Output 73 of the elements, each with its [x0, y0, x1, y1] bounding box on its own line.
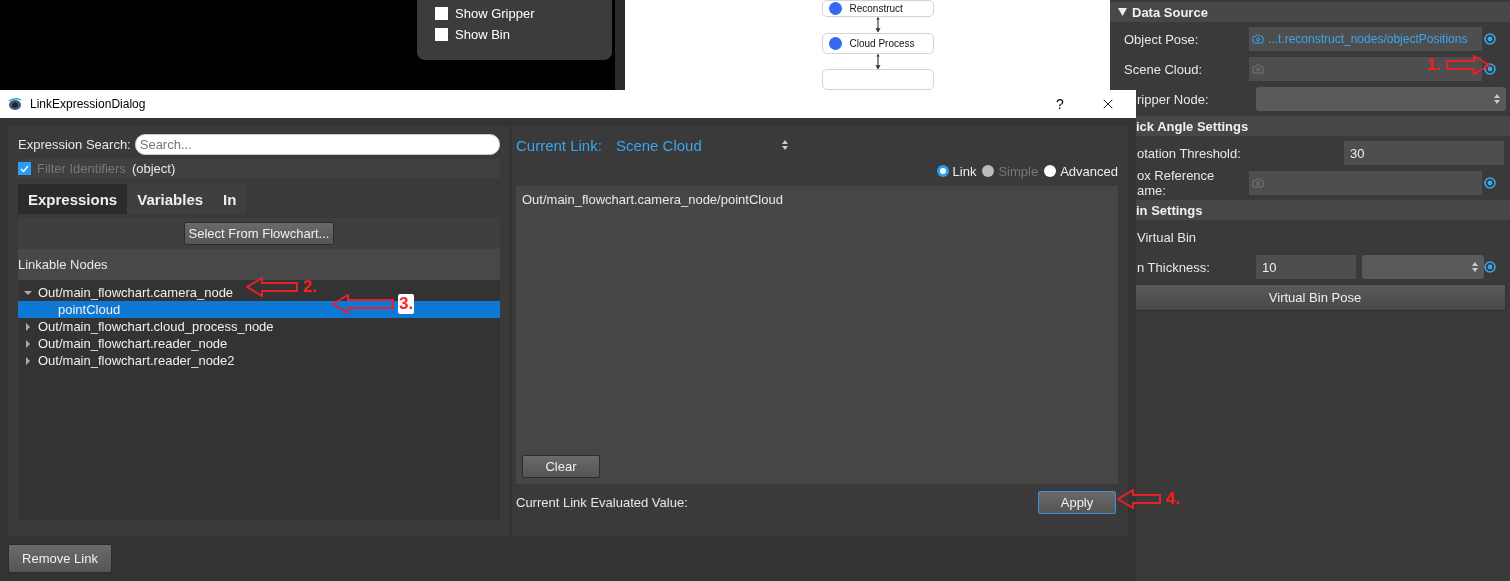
mode-radio[interactable]: Advanced: [1044, 163, 1118, 179]
caret-right-icon[interactable]: [24, 339, 32, 348]
search-field[interactable]: Search...: [134, 134, 500, 155]
node-icon: [828, 36, 842, 50]
help-button[interactable]: ?: [1040, 95, 1080, 113]
spin-arrows-icon: [1472, 262, 1478, 272]
tab[interactable]: In: [213, 184, 247, 214]
section-title: in Settings: [1136, 202, 1203, 218]
number-field[interactable]: 10: [1256, 255, 1356, 279]
search-label: Expression Search:: [18, 137, 131, 152]
section-title: Data Source: [1132, 4, 1208, 20]
select-from-flowchart-button[interactable]: Select From Flowchart...: [183, 222, 335, 245]
property-label: Object Pose:: [1124, 31, 1200, 47]
tree-item[interactable]: Out/main_flowchart.camera_node: [18, 284, 238, 301]
caret-down-icon[interactable]: [24, 288, 32, 297]
connector-arrow: [873, 53, 882, 70]
connector-arrow: [873, 17, 882, 33]
checkbox[interactable]: [435, 28, 448, 41]
annotation-number: 1.: [1426, 55, 1443, 75]
app-logo-icon: [8, 97, 22, 111]
filter-value: (object): [131, 161, 176, 176]
property-label: ripper Node:: [1136, 91, 1210, 107]
flowchart-node[interactable]: Reconstruct: [821, 0, 934, 18]
property-label: Scene Cloud:: [1124, 61, 1204, 77]
checkbox[interactable]: [435, 7, 448, 20]
link-field[interactable]: [1249, 171, 1482, 195]
tree-item[interactable]: Out/main_flowchart.reader_node2: [18, 352, 239, 369]
tree-header-label: Linkable Nodes: [18, 257, 108, 272]
property-label: n Thickness:: [1136, 259, 1211, 275]
section-title: ick Angle Settings: [1136, 118, 1249, 134]
caret-right-icon[interactable]: [24, 356, 32, 365]
section-header[interactable]: Data Source: [1110, 2, 1510, 22]
apply-button[interactable]: Apply: [1038, 490, 1116, 514]
tab[interactable]: Expressions: [18, 184, 128, 214]
spin-arrows-icon: [781, 140, 788, 150]
option-label: Show Gripper: [455, 6, 535, 21]
mode-radio[interactable]: Link: [936, 163, 977, 179]
annotation-arrow-icon: [1117, 489, 1161, 509]
node-label: Cloud Process: [849, 37, 915, 49]
link-value: ...t.reconstruct_nodes/objectPositions: [1268, 32, 1468, 46]
annotation-number: 3.: [398, 294, 415, 314]
property-label: Virtual Bin: [1136, 229, 1197, 245]
expression-editor[interactable]: Out/main_flowchart.camera_node/pointCloud Clear: [516, 186, 1118, 484]
caret-right-icon[interactable]: [24, 322, 32, 331]
node-label: Reconstruct: [849, 3, 903, 15]
property-label: ox Reference ame:: [1136, 168, 1216, 198]
clear-button[interactable]: Clear: [522, 455, 600, 478]
flowchart-node[interactable]: Cloud Process: [821, 32, 934, 54]
window-title: LinkExpressionDialog: [30, 97, 147, 111]
annotation-arrow-icon: [1446, 55, 1491, 75]
tree-item[interactable]: Out/main_flowchart.cloud_process_node: [18, 318, 278, 335]
link-target-icon[interactable]: [1484, 261, 1496, 273]
tab[interactable]: Variables: [127, 184, 214, 214]
caret-down-icon: [1118, 8, 1127, 16]
annotation-number: 4.: [1165, 489, 1182, 509]
remove-link-button[interactable]: Remove Link: [8, 544, 112, 573]
annotation-arrow-icon: [246, 277, 298, 297]
spin-arrows-icon: [1494, 94, 1500, 104]
current-link-label: Current Link:: [516, 136, 602, 154]
node-icon: [828, 2, 842, 16]
current-link-dropdown[interactable]: Scene Cloud: [615, 136, 792, 154]
option-label: Show Bin: [455, 27, 510, 42]
flowchart-node[interactable]: [821, 69, 934, 90]
link-target-icon[interactable]: [1484, 177, 1496, 189]
number-field[interactable]: 30: [1344, 141, 1504, 165]
annotation-arrow-icon: [332, 294, 394, 314]
link-target-icon[interactable]: [1484, 63, 1496, 75]
tree-item[interactable]: Out/main_flowchart.reader_node: [18, 335, 232, 352]
evaluated-value-label: Current Link Evaluated Value:: [516, 494, 688, 510]
link-field[interactable]: [1249, 57, 1482, 81]
expression-text: Out/main_flowchart.camera_node/pointCloud: [522, 192, 784, 207]
annotation-number: 2.: [302, 277, 319, 297]
link-target-icon[interactable]: [1484, 33, 1496, 45]
